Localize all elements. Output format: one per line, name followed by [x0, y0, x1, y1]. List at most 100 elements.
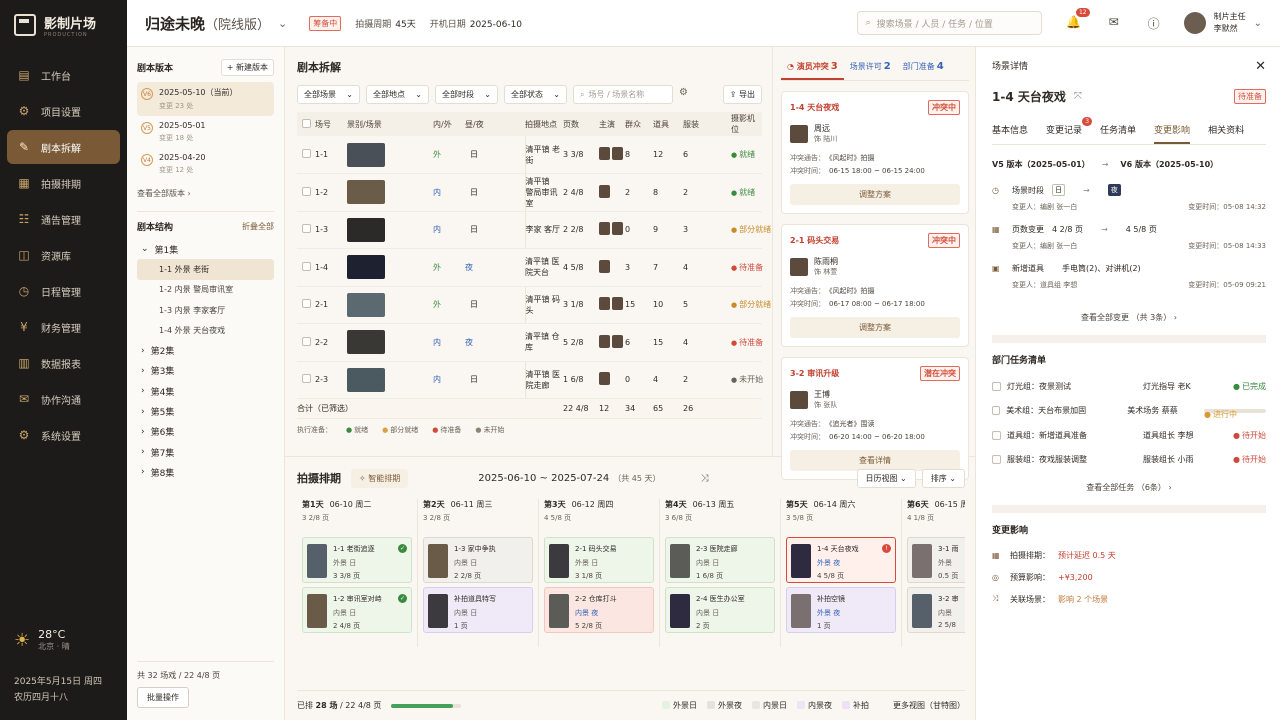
schedule-card[interactable]: 补拍道具特写 内景 日 1 页	[423, 587, 533, 633]
nav-item[interactable]: ⚙ 系统设置	[7, 418, 120, 452]
search-input[interactable]: ⌕ 搜索场景 / 人员 / 任务 / 位置	[856, 11, 1042, 35]
user-menu[interactable]: 制片主任 李默然 ⌄	[1183, 11, 1262, 35]
collapse-all-button[interactable]: 折叠全部	[242, 221, 274, 232]
schedule-card[interactable]: 1-4 天台夜戏 外景 夜 4 5/8 页!	[786, 537, 896, 583]
view-select[interactable]: 日历视图 ⌄	[856, 468, 916, 488]
filter-select[interactable]: 全部时段 ⌄	[435, 85, 498, 104]
nav-item[interactable]: ▦ 拍摄排期	[7, 166, 120, 200]
episode-item[interactable]: › 第8集	[137, 462, 274, 482]
table-row[interactable]: 2-2 内夜清平镇 仓库5 2/8 6154待准备	[297, 323, 763, 362]
nav-item[interactable]: ¥ 财务管理	[7, 310, 120, 344]
schedule-card[interactable]: 2-4 医生办公室 内景 日 2 页	[665, 587, 775, 633]
schedule-card[interactable]: 3-1 雨外景 0.5 页	[907, 537, 965, 583]
schedule-card[interactable]: 1-2 审讯室对峙 内景 日 2 4/8 页 ✓	[302, 587, 412, 633]
help-icon[interactable]: ⓘ	[1146, 15, 1162, 31]
new-version-button[interactable]: + 新建版本	[220, 59, 274, 76]
scene-tree-item[interactable]: 1-1 外景 老街	[137, 259, 274, 280]
row-checkbox[interactable]	[301, 224, 311, 234]
scene-tree-item[interactable]: 1-2 内景 警局审讯室	[137, 280, 274, 300]
episode-item[interactable]: › 第2集	[137, 340, 274, 360]
close-icon[interactable]: ✕	[1255, 59, 1266, 74]
task-row[interactable]: 美术组：天台布景加固 美术场务 蔡蔡 进行中	[992, 399, 1266, 424]
version-item[interactable]: V6 2025-05-10（当前） 变更 23 处	[137, 82, 274, 116]
scene-number: 2-2	[315, 323, 347, 362]
task-checkbox[interactable]	[992, 381, 1001, 391]
table-row[interactable]: 1-4 外夜清平镇 医院天台4 5/8 374待准备	[297, 248, 763, 287]
task-checkbox[interactable]	[992, 455, 1001, 465]
schedule-card[interactable]: 3-2 审内景 2 5/8	[907, 587, 965, 633]
task-row[interactable]: 道具组：新增道具准备 道具组长 李想 待开始	[992, 423, 1266, 448]
conflict-tab[interactable]: ◔ 演员冲突 3	[781, 57, 844, 80]
see-all-versions-link[interactable]: 查看全部版本 ›	[137, 188, 274, 199]
conflict-tab[interactable]: 场景许可 2	[844, 57, 897, 80]
scene-search-input[interactable]: ⌕ 场号 / 场景名称	[573, 85, 673, 104]
schedule-card[interactable]: 2-1 码头交易 外景 日 3 1/8 页	[544, 537, 654, 583]
table-row[interactable]: 2-3 内日清平镇 医院走廊1 6/8 042未开始	[297, 361, 763, 399]
more-views-link[interactable]: 更多视图（甘特图）	[893, 700, 965, 711]
schedule-card[interactable]: 2-2 仓库打斗 内景 夜 5 2/8 页	[544, 587, 654, 633]
detail-tab[interactable]: 基本信息	[992, 123, 1028, 144]
task-row[interactable]: 服装组：夜戏服装调整 服装组长 小雨 待开始	[992, 448, 1266, 473]
episode-item[interactable]: › 第3集	[137, 361, 274, 381]
episode-item[interactable]: ⌄ 第1集	[137, 239, 274, 259]
schedule-card[interactable]: 2-3 医院走廊 内景 日 1 6/8 页	[665, 537, 775, 583]
chevron-down-icon[interactable]: ⌄	[278, 17, 287, 30]
smart-schedule-button[interactable]: ✧ 智能排期	[351, 468, 409, 488]
select-all-checkbox[interactable]	[301, 118, 311, 128]
row-checkbox[interactable]	[301, 299, 311, 309]
project-title[interactable]: 归途未晚（院线版）	[145, 13, 270, 34]
nav-item[interactable]: ⚙ 项目设置	[7, 94, 120, 128]
schedule-card[interactable]: 补拍空镜 外景 夜 1 页	[786, 587, 896, 633]
row-checkbox[interactable]	[301, 149, 311, 158]
task-checkbox[interactable]	[992, 406, 1001, 416]
filter-select[interactable]: 全部状态 ⌄	[504, 85, 567, 104]
scene-tree-item[interactable]: 1-4 外景 天台夜戏	[137, 320, 274, 340]
row-checkbox[interactable]	[301, 336, 311, 346]
table-row[interactable]: 2-1 外日清平镇 码头3 1/8 15105部分就绪	[297, 286, 771, 324]
nav-item[interactable]: ✉ 协作沟通	[7, 382, 120, 416]
row-checkbox[interactable]	[301, 261, 311, 271]
detail-tab[interactable]: 变更记录 3	[1046, 117, 1093, 144]
bell-icon[interactable]: 🔔 12	[1066, 8, 1090, 31]
version-item[interactable]: V4 2025-04-20 变更 12 处	[137, 148, 274, 180]
nav-item[interactable]: ▤ 工作台	[7, 58, 120, 92]
shuffle-icon[interactable]: ⤨	[700, 473, 708, 484]
detail-tab[interactable]: 变更影响	[1154, 123, 1191, 144]
episode-item[interactable]: › 第4集	[137, 381, 274, 401]
nav-item[interactable]: ☷ 通告管理	[7, 202, 120, 236]
episode-item[interactable]: › 第6集	[137, 422, 274, 442]
nav-item[interactable]: ◷ 日程管理	[7, 274, 120, 308]
scene-tree-item[interactable]: 1-3 内景 李家客厅	[137, 300, 274, 320]
table-row[interactable]: 1-3 内日李家 客厅2 2/8 093部分就绪	[297, 211, 771, 249]
episode-item[interactable]: › 第7集	[137, 442, 274, 462]
episode-item[interactable]: › 第5集	[137, 401, 274, 421]
detail-tab[interactable]: 相关资料	[1208, 123, 1244, 144]
export-button[interactable]: ⇪ 导出	[722, 85, 762, 104]
task-checkbox[interactable]	[992, 430, 1001, 440]
impact-value[interactable]: 影响 2 个场景	[1058, 594, 1108, 605]
schedule-card[interactable]: 1-3 家中争执 内景 日 2 2/8 页	[423, 537, 533, 583]
task-row[interactable]: 灯光组：夜景测试 灯光指导 老K 已完成	[992, 374, 1266, 399]
conflict-action-button[interactable]: 调整方案	[790, 317, 960, 338]
expand-icon[interactable]: ⤧	[1074, 91, 1082, 102]
sort-select[interactable]: 排序 ⌄	[921, 468, 965, 488]
row-checkbox[interactable]	[301, 374, 311, 384]
row-checkbox[interactable]	[301, 186, 311, 196]
nav-item[interactable]: ◫ 资源库	[7, 238, 120, 272]
batch-action-button[interactable]: 批量操作	[137, 687, 189, 708]
see-all-tasks-link[interactable]: 查看全部任务 （6条） ›	[992, 482, 1266, 493]
table-row[interactable]: 1-1 外日清平镇 老街3 3/8 8126就绪	[297, 136, 762, 174]
conflict-action-button[interactable]: 调整方案	[790, 184, 960, 205]
mail-icon[interactable]: ✉	[1106, 15, 1122, 31]
conflict-tab[interactable]: 部门准备 4	[897, 57, 950, 80]
table-row[interactable]: 1-2内日清平镇警局审讯室2 4/8282就绪	[297, 173, 762, 212]
detail-tab[interactable]: 任务清单	[1100, 123, 1136, 144]
gear-icon[interactable]: ⚙	[679, 87, 695, 103]
filter-select[interactable]: 全部地点 ⌄	[366, 85, 429, 104]
nav-item[interactable]: ✎ 剧本拆解	[7, 130, 120, 164]
see-all-changes-link[interactable]: 查看全部变更 （共 3条） ›	[992, 312, 1266, 323]
version-item[interactable]: V5 2025-05-01 变更 18 处	[137, 116, 274, 148]
filter-select[interactable]: 全部场景 ⌄	[297, 85, 360, 104]
nav-item[interactable]: ▥ 数据报表	[7, 346, 120, 380]
schedule-card[interactable]: 1-1 老街追逐 外景 日 3 3/8 页 ✓	[302, 537, 412, 583]
